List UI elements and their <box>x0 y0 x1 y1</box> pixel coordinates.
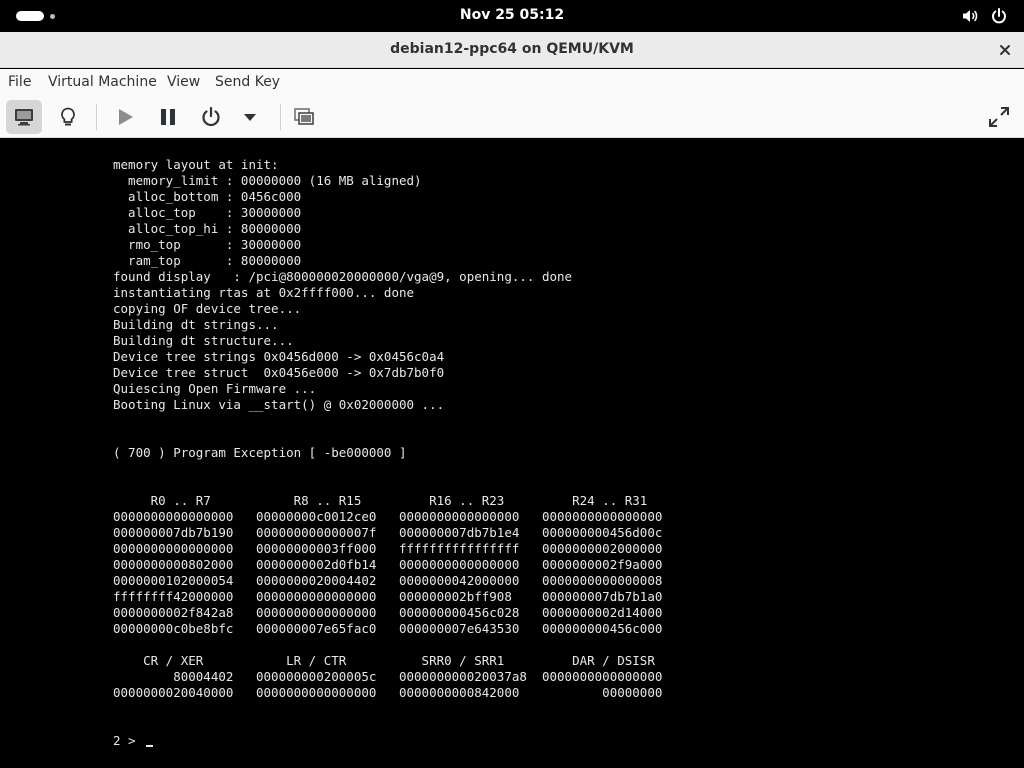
console-line: ram_top : 80000000 <box>113 253 302 268</box>
console-line: Device tree strings 0x0456d000 -> 0x0456… <box>113 349 445 364</box>
console-line: 0000000102000054 0000000020004402 000000… <box>113 573 663 588</box>
monitor-icon <box>15 109 33 126</box>
run-button[interactable] <box>107 100 143 134</box>
console-line: CR / XER LR / CTR SRR0 / SRR1 DAR / DSIS… <box>113 653 655 668</box>
console-line: Building dt strings... <box>113 317 279 332</box>
system-top-bar: Nov 25 05:12 <box>0 0 1024 32</box>
console-line: Building dt structure... <box>113 333 294 348</box>
console-line: 0000000020040000 0000000000000000 000000… <box>113 685 663 700</box>
shutdown-button[interactable] <box>193 100 229 134</box>
console-line: 80004402 000000000200005c 00000000002003… <box>113 669 663 684</box>
console-button[interactable] <box>6 100 42 134</box>
console-line: 000000007db7b190 000000000000007f 000000… <box>113 525 663 540</box>
console-line: rmo_top : 30000000 <box>113 237 302 252</box>
console-line: alloc_top : 30000000 <box>113 205 302 220</box>
menu-file[interactable]: File <box>8 74 31 90</box>
menu-send-key[interactable]: Send Key <box>215 74 280 90</box>
console-line: instantiating rtas at 0x2ffff000... done <box>113 285 415 300</box>
power-icon <box>202 106 220 127</box>
volume-icon[interactable] <box>961 7 979 25</box>
console-line: alloc_top_hi : 80000000 <box>113 221 302 236</box>
window-titlebar[interactable]: debian12-ppc64 on QEMU/KVM <box>0 32 1024 68</box>
details-button[interactable] <box>50 100 86 134</box>
toolbar-separator <box>96 104 97 130</box>
console-line: copying OF device tree... <box>113 301 302 316</box>
console-line: found display : /pci@800000020000000/vga… <box>113 269 573 284</box>
lightbulb-icon <box>61 107 75 126</box>
caret-down-icon <box>244 114 256 121</box>
clock[interactable]: Nov 25 05:12 <box>0 7 1024 23</box>
vm-console-display[interactable]: memory layout at init: memory_limit : 00… <box>0 138 1024 768</box>
resize-icon <box>989 107 1009 127</box>
snapshots-button[interactable] <box>286 100 322 134</box>
console-line: 0000000000000000 00000000c0012ce0 000000… <box>113 509 663 524</box>
pause-icon <box>161 109 175 125</box>
menu-bar: File Virtual Machine View Send Key <box>0 69 1024 96</box>
menu-virtual-machine[interactable]: Virtual Machine <box>48 74 157 90</box>
console-line: Quiescing Open Firmware ... <box>113 381 317 396</box>
toolbar <box>0 96 1024 138</box>
toolbar-separator <box>280 104 281 130</box>
play-icon <box>119 109 133 125</box>
console-line: ffffffff42000000 0000000000000000 000000… <box>113 589 663 604</box>
power-icon[interactable] <box>990 7 1008 25</box>
console-line: 2 > <box>113 733 144 748</box>
console-line: Device tree struct 0x0456e000 -> 0x7db7b… <box>113 365 445 380</box>
console-line: R0 .. R7 R8 .. R15 R16 .. R23 R24 .. R31 <box>113 493 648 508</box>
close-icon[interactable] <box>996 41 1014 59</box>
console-line: alloc_bottom : 0456c000 <box>113 189 302 204</box>
console-line: 0000000000000000 00000000003ff000 ffffff… <box>113 541 663 556</box>
console-line: memory layout at init: <box>113 157 279 172</box>
console-line: 0000000002f842a8 0000000000000000 000000… <box>113 605 663 620</box>
text-cursor <box>146 745 153 747</box>
console-line: ( 700 ) Program Exception [ -be000000 ] <box>113 445 407 460</box>
pause-button[interactable] <box>150 100 186 134</box>
fullscreen-button[interactable] <box>981 100 1017 134</box>
menu-view[interactable]: View <box>167 74 200 90</box>
console-line: Booting Linux via __start() @ 0x02000000… <box>113 397 445 412</box>
window-title: debian12-ppc64 on QEMU/KVM <box>390 41 634 57</box>
console-output: memory layout at init: memory_limit : 00… <box>113 157 662 749</box>
shutdown-menu-button[interactable] <box>232 100 268 134</box>
snapshots-icon <box>294 108 314 125</box>
console-line: 0000000000802000 0000000002d0fb14 000000… <box>113 557 663 572</box>
console-line: memory_limit : 00000000 (16 MB aligned) <box>113 173 422 188</box>
console-line: 00000000c0be8bfc 000000007e65fac0 000000… <box>113 621 663 636</box>
